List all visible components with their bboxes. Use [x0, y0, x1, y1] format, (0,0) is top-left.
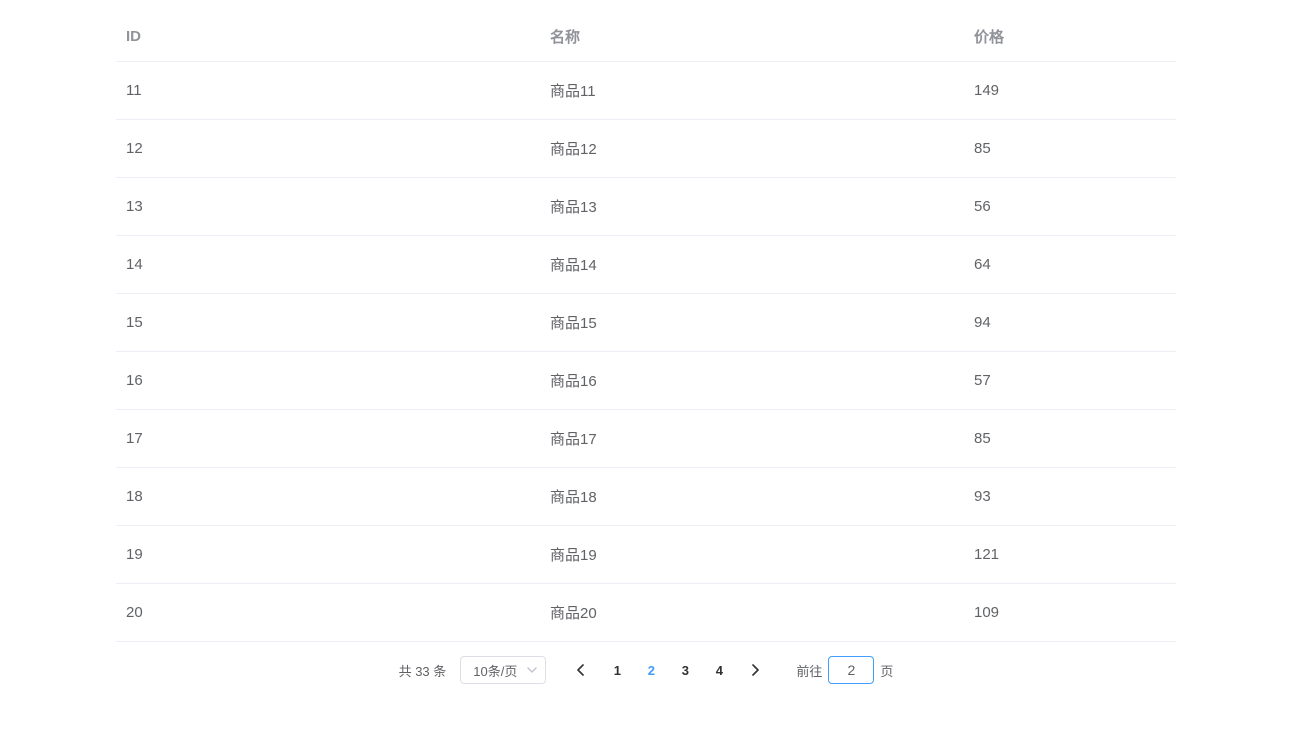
- table-row: 18商品1893: [116, 468, 1176, 526]
- chevron-right-icon: [750, 664, 760, 676]
- header-name: 名称: [540, 12, 964, 62]
- cell-id: 14: [116, 236, 540, 294]
- cell-id: 17: [116, 410, 540, 468]
- cell-name: 商品20: [540, 584, 964, 642]
- cell-id: 20: [116, 584, 540, 642]
- next-page-button[interactable]: [738, 656, 772, 684]
- cell-price: 57: [964, 352, 1176, 410]
- page-number-3[interactable]: 3: [668, 656, 702, 684]
- cell-price: 121: [964, 526, 1176, 584]
- cell-name: 商品13: [540, 178, 964, 236]
- cell-name: 商品12: [540, 120, 964, 178]
- cell-price: 85: [964, 120, 1176, 178]
- cell-price: 149: [964, 62, 1176, 120]
- table-row: 17商品1785: [116, 410, 1176, 468]
- page-number-1[interactable]: 1: [600, 656, 634, 684]
- jump-to-page: 前往 页: [796, 656, 893, 684]
- pagination: 共 33 条 10条/页 1234 前往 页: [116, 642, 1176, 698]
- chevron-left-icon: [576, 664, 586, 676]
- cell-name: 商品19: [540, 526, 964, 584]
- cell-name: 商品11: [540, 62, 964, 120]
- cell-id: 18: [116, 468, 540, 526]
- cell-price: 94: [964, 294, 1176, 352]
- cell-price: 109: [964, 584, 1176, 642]
- table-row: 14商品1464: [116, 236, 1176, 294]
- page-size-select[interactable]: 10条/页: [460, 656, 546, 684]
- cell-name: 商品15: [540, 294, 964, 352]
- table-row: 16商品1657: [116, 352, 1176, 410]
- pager: 1234: [564, 656, 772, 684]
- page-number-4[interactable]: 4: [702, 656, 736, 684]
- table-header-row: ID 名称 价格: [116, 12, 1176, 62]
- table-row: 12商品1285: [116, 120, 1176, 178]
- cell-name: 商品14: [540, 236, 964, 294]
- cell-price: 85: [964, 410, 1176, 468]
- cell-name: 商品17: [540, 410, 964, 468]
- jump-prefix: 前往: [796, 661, 822, 680]
- cell-id: 12: [116, 120, 540, 178]
- page-size-label: 10条/页: [473, 661, 517, 680]
- prev-page-button[interactable]: [564, 656, 598, 684]
- cell-id: 16: [116, 352, 540, 410]
- cell-name: 商品16: [540, 352, 964, 410]
- cell-id: 15: [116, 294, 540, 352]
- table-row: 20商品20109: [116, 584, 1176, 642]
- cell-price: 56: [964, 178, 1176, 236]
- cell-id: 19: [116, 526, 540, 584]
- page-number-2[interactable]: 2: [634, 656, 668, 684]
- cell-price: 93: [964, 468, 1176, 526]
- cell-id: 13: [116, 178, 540, 236]
- jump-page-input[interactable]: [828, 656, 874, 684]
- table-row: 11商品11149: [116, 62, 1176, 120]
- header-price: 价格: [964, 12, 1176, 62]
- header-id: ID: [116, 12, 540, 62]
- table-row: 13商品1356: [116, 178, 1176, 236]
- pagination-total: 共 33 条: [399, 661, 447, 680]
- cell-name: 商品18: [540, 468, 964, 526]
- cell-price: 64: [964, 236, 1176, 294]
- table-row: 15商品1594: [116, 294, 1176, 352]
- data-table: ID 名称 价格 11商品1114912商品128513商品135614商品14…: [116, 12, 1176, 642]
- table-row: 19商品19121: [116, 526, 1176, 584]
- chevron-down-icon: [527, 665, 537, 675]
- cell-id: 11: [116, 62, 540, 120]
- jump-suffix: 页: [880, 661, 893, 680]
